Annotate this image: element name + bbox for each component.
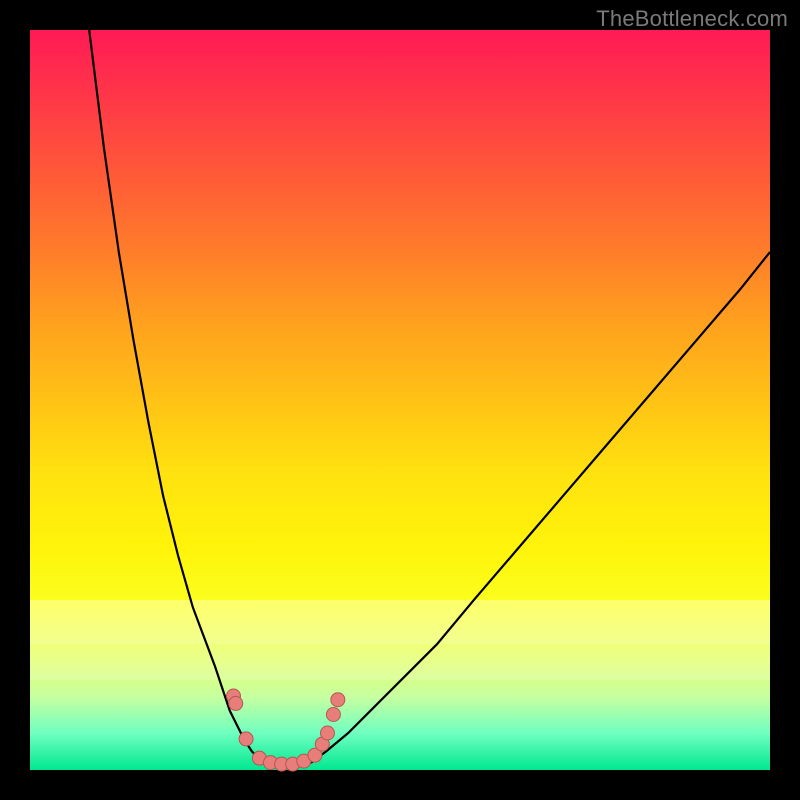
watermark-text: TheBottleneck.com: [596, 6, 788, 32]
curve-left-branch: [89, 30, 267, 763]
curve-layer: [30, 30, 770, 770]
chart-frame: TheBottleneck.com: [0, 0, 800, 800]
valley-marker: [239, 732, 253, 746]
valley-markers-group: [227, 689, 345, 771]
valley-marker: [320, 726, 334, 740]
valley-marker: [229, 696, 243, 710]
valley-marker: [326, 708, 340, 722]
valley-marker: [331, 693, 345, 707]
plot-area: [30, 30, 770, 770]
curve-right-branch: [311, 252, 770, 763]
